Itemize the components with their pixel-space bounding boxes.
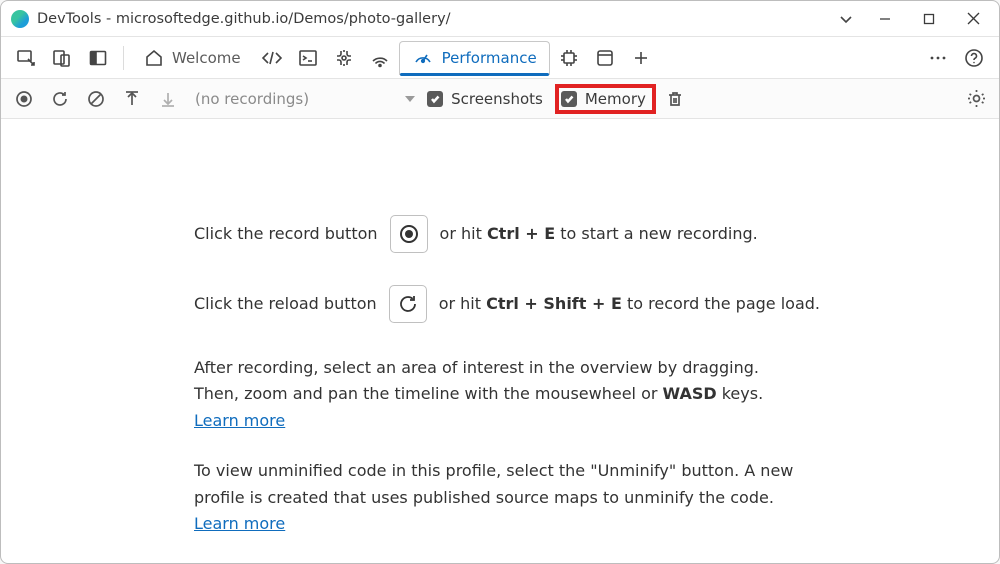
- reload-record-button[interactable]: [47, 86, 73, 112]
- tab-welcome[interactable]: Welcome: [132, 41, 253, 75]
- window-title: DevTools - microsoftedge.github.io/Demos…: [37, 11, 829, 27]
- titlebar: DevTools - microsoftedge.github.io/Demos…: [1, 1, 999, 37]
- learn-more-link[interactable]: Learn more: [194, 514, 285, 533]
- chevron-down-icon[interactable]: [829, 2, 863, 36]
- upload-button[interactable]: [119, 86, 145, 112]
- memory-label: Memory: [585, 90, 646, 108]
- tab-strip: Welcome Performance: [1, 37, 999, 79]
- record-button-sample[interactable]: [390, 215, 428, 253]
- new-tab-button[interactable]: [624, 41, 658, 75]
- tab-console[interactable]: [291, 41, 325, 75]
- tab-welcome-label: Welcome: [172, 49, 241, 67]
- inspect-icon[interactable]: [9, 41, 43, 75]
- reload-hint-row: Click the reload button or hit Ctrl + Sh…: [194, 285, 939, 323]
- record-hint-pre: Click the record button: [194, 223, 378, 245]
- edge-favicon: [11, 10, 29, 28]
- tab-network[interactable]: [363, 41, 397, 75]
- record-button[interactable]: [11, 86, 37, 112]
- performance-toolbar: (no recordings) Screenshots Memory: [1, 79, 999, 119]
- dropdown-caret-icon[interactable]: [405, 96, 415, 102]
- tab-elements[interactable]: [255, 41, 289, 75]
- overview-hint: After recording, select an area of inter…: [194, 355, 804, 434]
- tab-performance-label: Performance: [442, 49, 537, 67]
- record-hint-post: or hit Ctrl + E to start a new recording…: [440, 223, 758, 245]
- more-options-icon[interactable]: [921, 41, 955, 75]
- learn-more-link[interactable]: Learn more: [194, 411, 285, 430]
- garbage-collect-button[interactable]: [662, 86, 688, 112]
- maximize-button[interactable]: [907, 4, 951, 34]
- recordings-dropdown[interactable]: (no recordings): [195, 90, 309, 108]
- tab-memory[interactable]: [552, 41, 586, 75]
- checkbox-checked-icon: [561, 91, 577, 107]
- reload-hint-post: or hit Ctrl + Shift + E to record the pa…: [439, 293, 820, 315]
- download-button[interactable]: [155, 86, 181, 112]
- settings-gear-icon[interactable]: [963, 86, 989, 112]
- reload-button-sample[interactable]: [389, 285, 427, 323]
- record-hint-row: Click the record button or hit Ctrl + E …: [194, 215, 939, 253]
- reload-hint-pre: Click the reload button: [194, 293, 377, 315]
- device-toggle-icon[interactable]: [45, 41, 79, 75]
- checkbox-checked-icon: [427, 91, 443, 107]
- help-icon[interactable]: [957, 41, 991, 75]
- screenshots-checkbox[interactable]: Screenshots: [425, 88, 549, 110]
- performance-icon: [412, 48, 434, 68]
- tab-sources[interactable]: [327, 41, 361, 75]
- close-button[interactable]: [951, 4, 995, 34]
- performance-empty-state: Click the record button or hit Ctrl + E …: [1, 119, 999, 563]
- home-icon: [144, 48, 164, 68]
- window-controls: [863, 4, 995, 34]
- screenshots-label: Screenshots: [451, 90, 543, 108]
- tab-performance[interactable]: Performance: [399, 41, 550, 75]
- memory-checkbox[interactable]: Memory: [559, 88, 652, 110]
- tab-application[interactable]: [588, 41, 622, 75]
- unminify-hint: To view unminified code in this profile,…: [194, 458, 804, 537]
- dock-side-icon[interactable]: [81, 41, 115, 75]
- clear-button[interactable]: [83, 86, 109, 112]
- separator: [123, 46, 124, 70]
- minimize-button[interactable]: [863, 4, 907, 34]
- devtools-window: DevTools - microsoftedge.github.io/Demos…: [0, 0, 1000, 564]
